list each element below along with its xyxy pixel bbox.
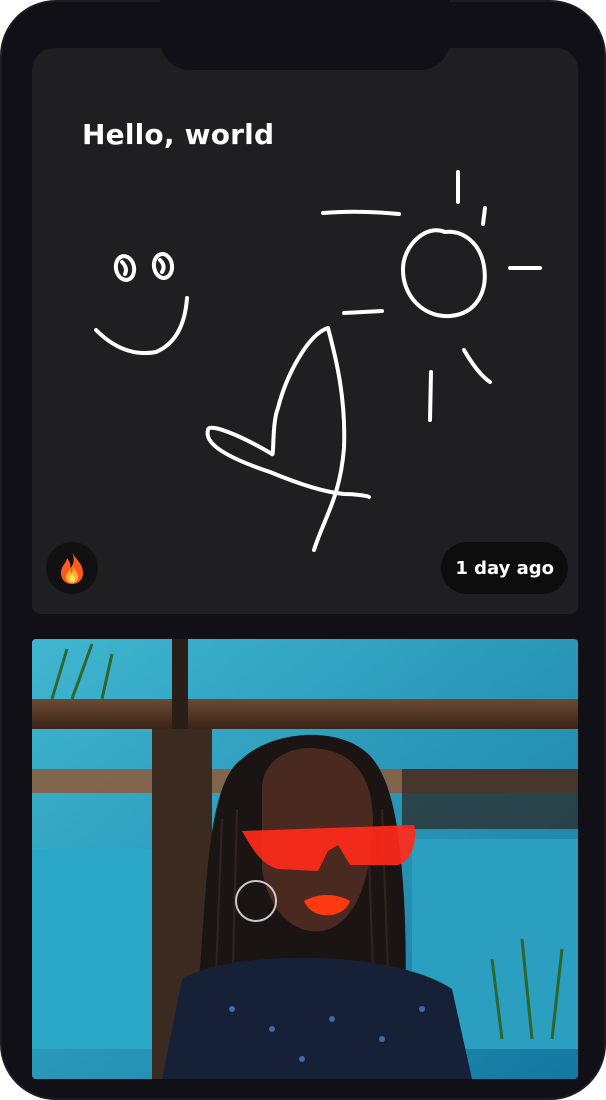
timestamp-badge: 1 day ago: [441, 542, 568, 594]
sun-doodle: [321, 170, 542, 422]
heart-doodle: [205, 326, 371, 552]
phone-notch: [160, 0, 450, 70]
smiley-doodle: [94, 252, 189, 355]
reaction-button[interactable]: [46, 542, 98, 594]
phone-frame: Hello, world 1 day ago: [0, 0, 606, 1100]
portrait-photo: [32, 639, 578, 1079]
photo-post[interactable]: [32, 639, 578, 1079]
post-card[interactable]: Hello, world 1 day ago: [32, 48, 578, 614]
fire-icon: [61, 552, 83, 584]
doodle-drawing: [94, 170, 542, 552]
